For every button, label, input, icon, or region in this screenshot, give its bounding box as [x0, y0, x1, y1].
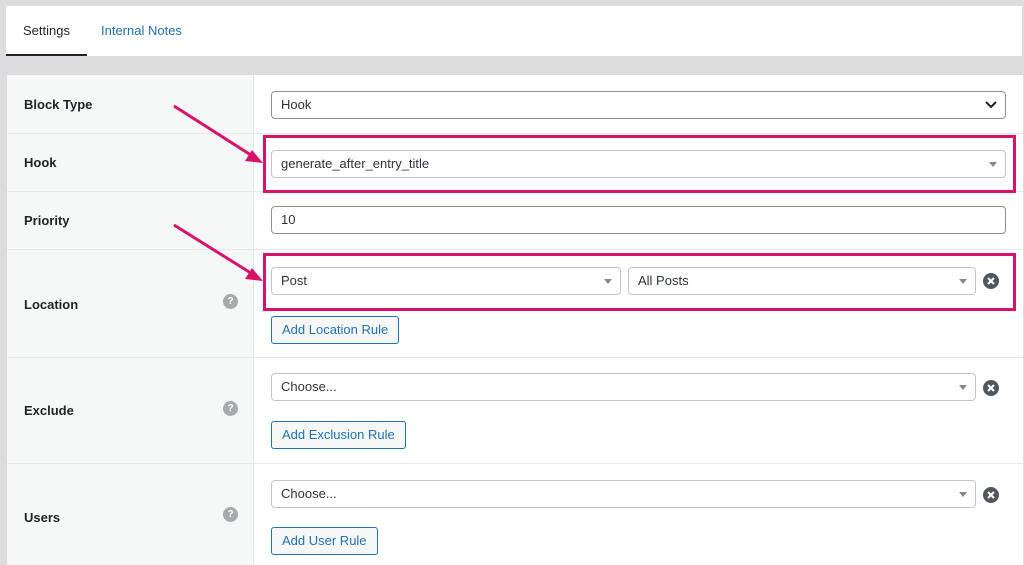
row-divider — [7, 463, 1023, 464]
block-type-value: Hook — [281, 97, 312, 112]
location-highlight-box — [263, 253, 1016, 311]
row-divider — [7, 133, 1023, 134]
users-value: Choose... — [281, 486, 337, 501]
close-icon — [987, 384, 995, 392]
help-icon[interactable]: ? — [223, 294, 238, 309]
remove-exclusion-rule-icon[interactable] — [983, 380, 999, 396]
add-exclusion-rule-button[interactable]: Add Exclusion Rule — [271, 421, 406, 449]
caret-down-icon — [959, 385, 967, 390]
caret-down-icon — [959, 492, 967, 497]
hook-label: Hook — [24, 155, 57, 170]
remove-user-rule-icon[interactable] — [983, 487, 999, 503]
exclude-select[interactable]: Choose... — [271, 373, 976, 401]
add-location-rule-button[interactable]: Add Location Rule — [271, 316, 400, 344]
row-divider — [7, 357, 1023, 358]
row-divider — [7, 249, 1023, 250]
block-type-label: Block Type — [24, 97, 93, 112]
tab-internal-notes[interactable]: Internal Notes — [84, 6, 199, 56]
hook-highlight-box — [263, 135, 1016, 193]
add-user-rule-button[interactable]: Add User Rule — [271, 527, 378, 555]
label-column — [7, 75, 254, 565]
location-label: Location — [24, 297, 79, 312]
priority-input[interactable]: 10 — [271, 206, 1006, 234]
exclude-value: Choose... — [281, 379, 337, 394]
close-icon — [987, 491, 995, 499]
chevron-down-icon — [985, 101, 997, 109]
users-label: Users — [24, 510, 61, 525]
exclude-label: Exclude — [24, 403, 74, 418]
tab-settings[interactable]: Settings — [6, 6, 87, 56]
priority-value: 10 — [281, 212, 296, 227]
block-type-select[interactable]: Hook — [271, 91, 1006, 119]
screenshot-frame: Settings Internal Notes Block Type Hook … — [0, 0, 1024, 565]
tabs-bar: Settings Internal Notes — [6, 6, 1022, 57]
help-icon[interactable]: ? — [223, 401, 238, 416]
help-icon[interactable]: ? — [223, 507, 238, 522]
users-select[interactable]: Choose... — [271, 480, 976, 508]
settings-panel: Block Type Hook Hook generate_after_entr… — [6, 75, 1024, 565]
priority-label: Priority — [24, 213, 70, 228]
